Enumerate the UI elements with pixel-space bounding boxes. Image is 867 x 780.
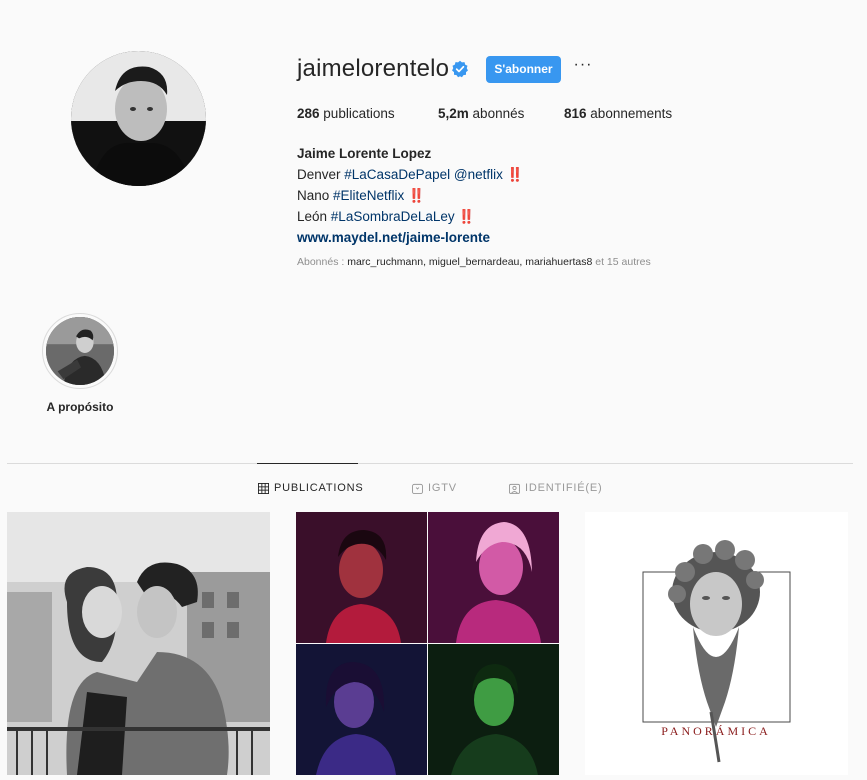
followed-by[interactable]: Abonnés : marc_ruchmann, miguel_bernarde… bbox=[297, 256, 651, 268]
bio-line-2: Nano #EliteNetflix ‼️ bbox=[297, 185, 523, 206]
bio-text: León bbox=[297, 209, 331, 224]
hashtag-link[interactable]: #LaCasaDePapel bbox=[344, 167, 450, 182]
followed-by-suffix: et 15 autres bbox=[592, 256, 651, 268]
website-link[interactable]: www.maydel.net/jaime-lorente bbox=[297, 227, 523, 248]
following-count: 816 bbox=[564, 106, 587, 121]
tab-label: PUBLICATIONS bbox=[274, 482, 364, 494]
hashtag-link[interactable]: #EliteNetflix bbox=[333, 188, 404, 203]
posts-stat: 286 publications bbox=[297, 106, 438, 121]
posts-count: 286 bbox=[297, 106, 320, 121]
tab-label: IDENTIFIÉ(E) bbox=[525, 482, 603, 494]
hashtag-link[interactable]: #LaSombraDeLaLey bbox=[331, 209, 455, 224]
bio-emoji: ‼️ bbox=[404, 188, 425, 203]
bio-emoji: ‼️ bbox=[454, 209, 476, 224]
post-thumbnail[interactable] bbox=[7, 512, 270, 775]
profile-username: jaimelorentelo bbox=[297, 55, 450, 82]
followed-by-names: marc_ruchmann, miguel_bernardeau, mariah… bbox=[347, 256, 593, 268]
bio-text: Nano bbox=[297, 188, 334, 203]
couple-photo-icon bbox=[7, 512, 270, 775]
tab-publications[interactable]: PUBLICATIONS bbox=[258, 482, 363, 494]
more-options-button[interactable]: ··· bbox=[573, 57, 593, 78]
bio-line-1: Denver #LaCasaDePapel @netflix ‼️ bbox=[297, 164, 523, 185]
tab-label: IGTV bbox=[428, 482, 457, 494]
following-label: abonnements bbox=[590, 106, 673, 121]
posts-label: publications bbox=[323, 106, 395, 121]
tabs-divider bbox=[7, 463, 853, 464]
poster-title: PANORÁMICA bbox=[661, 724, 771, 738]
followers-count: 5,2m bbox=[438, 106, 469, 121]
tab-igtv[interactable]: IGTV bbox=[412, 482, 457, 494]
panoramica-poster-icon: PANORÁMICA bbox=[585, 512, 848, 775]
elite-cast-collage-icon bbox=[296, 512, 559, 775]
highlight-label: A propósito bbox=[46, 400, 114, 414]
bio-text: Denver bbox=[297, 167, 345, 182]
follow-button[interactable]: S'abonner bbox=[486, 56, 561, 83]
followers-label: abonnés bbox=[472, 106, 525, 121]
mention-link[interactable]: @netflix bbox=[454, 167, 503, 182]
followers-stat[interactable]: 5,2m abonnés bbox=[438, 106, 564, 121]
post-thumbnail[interactable] bbox=[296, 512, 559, 775]
tagged-icon bbox=[509, 483, 520, 494]
profile-stats: 286 publications 5,2m abonnés 816 abonne… bbox=[297, 106, 672, 121]
highlight-cover bbox=[46, 317, 114, 385]
bio-emoji: ‼️ bbox=[502, 167, 524, 182]
active-tab-indicator bbox=[257, 463, 358, 464]
full-name: Jaime Lorente Lopez bbox=[297, 146, 432, 161]
story-highlight[interactable] bbox=[42, 313, 118, 389]
followed-by-prefix: Abonnés : bbox=[297, 256, 348, 268]
post-thumbnail[interactable]: PANORÁMICA bbox=[585, 512, 848, 775]
tab-tagged[interactable]: IDENTIFIÉ(E) bbox=[509, 482, 602, 494]
profile-bio: Jaime Lorente Lopez Denver #LaCasaDePape… bbox=[297, 143, 523, 248]
grid-icon bbox=[258, 482, 269, 494]
bio-line-3: León #LaSombraDeLaLey ‼️ bbox=[297, 206, 523, 227]
igtv-icon bbox=[412, 483, 423, 494]
profile-avatar[interactable] bbox=[71, 51, 206, 186]
following-stat[interactable]: 816 abonnements bbox=[564, 106, 672, 121]
verified-badge-icon bbox=[452, 60, 468, 78]
